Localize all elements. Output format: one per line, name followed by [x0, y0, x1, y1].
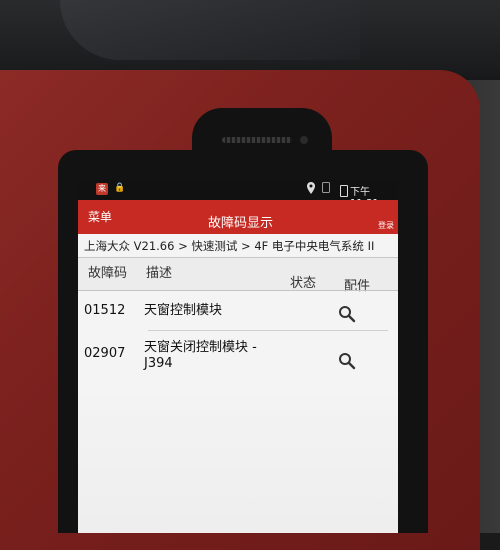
fault-description: 天窗关闭控制模块 - J394: [144, 340, 257, 371]
login-button[interactable]: 登录: [378, 220, 394, 231]
app-bar: 菜单 故障码显示 登录: [78, 200, 398, 234]
search-icon[interactable]: [338, 352, 356, 370]
fault-code: 02907: [84, 346, 126, 361]
front-camera: [300, 136, 308, 144]
divider: [78, 290, 398, 291]
app-notification-icon: 来: [96, 183, 108, 195]
header-status: 状态: [290, 276, 317, 291]
earpiece-speaker: [222, 137, 292, 143]
location-icon: [306, 182, 316, 197]
fault-description: 天窗控制模块: [144, 303, 223, 318]
screen-glare: [78, 380, 398, 533]
battery-icon: [340, 185, 348, 197]
header-description: 描述: [146, 266, 173, 281]
dashboard-panel: [60, 0, 360, 60]
header-code: 故障码: [88, 266, 128, 281]
lock-icon: 🔒: [114, 183, 126, 193]
sim-icon: [322, 182, 330, 196]
table-header: 故障码 描述 状态 配件: [78, 258, 398, 294]
divider: [148, 330, 388, 331]
menu-button[interactable]: 菜单: [88, 208, 112, 225]
fault-code: 01512: [84, 303, 126, 318]
device-screen: 来 🔒 下午11:31 菜单 故障码显示 登录 上海大众 V21.66 > 快速…: [78, 180, 398, 533]
breadcrumb: 上海大众 V21.66 > 快速测试 > 4F 电子中央电气系统 II: [84, 239, 375, 253]
page-title: 故障码显示: [208, 216, 274, 231]
search-icon[interactable]: [338, 305, 356, 323]
header-parts: 配件: [344, 279, 371, 294]
status-bar: 来 🔒 下午11:31: [78, 180, 398, 209]
